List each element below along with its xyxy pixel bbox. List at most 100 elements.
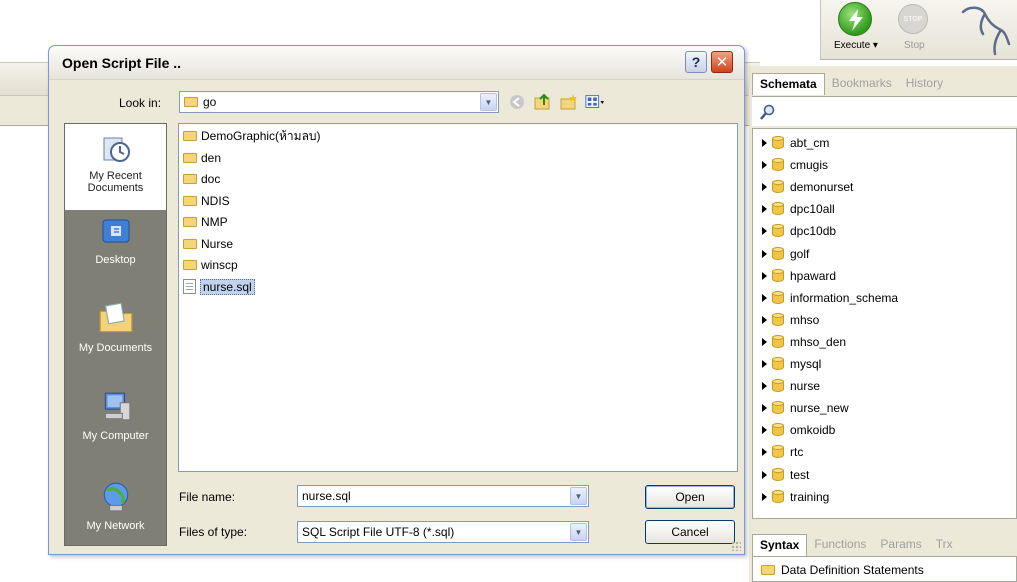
look-in-select[interactable]: go ▼ [179, 91, 499, 113]
nav-toolbar [507, 92, 605, 112]
view-menu-icon[interactable] [585, 92, 605, 112]
place-my-computer[interactable]: My Computer [65, 390, 166, 442]
schema-item[interactable]: hpaward [753, 265, 836, 287]
folder-item[interactable]: NMP [183, 213, 228, 231]
schema-item[interactable]: nurse_new [753, 397, 849, 419]
tab-params[interactable]: Params [873, 534, 928, 556]
schema-item[interactable]: test [753, 464, 809, 486]
execute-button[interactable]: Execute ▾ [834, 40, 878, 51]
expand-arrow-icon[interactable] [762, 183, 767, 192]
expand-arrow-icon[interactable] [762, 426, 767, 435]
folder-item[interactable]: NDIS [183, 192, 230, 210]
folder-item[interactable]: den [183, 149, 221, 167]
schema-name: rtc [790, 445, 804, 460]
file-name-input[interactable]: nurse.sql ▼ [297, 485, 589, 507]
expand-arrow-icon[interactable] [762, 293, 767, 302]
expand-arrow-icon[interactable] [762, 249, 767, 258]
expand-arrow-icon[interactable] [762, 161, 767, 170]
file-name-value: nurse.sql [302, 489, 351, 503]
expand-arrow-icon[interactable] [762, 404, 767, 413]
schema-item[interactable]: demonurset [753, 176, 853, 198]
schema-name: mysql [790, 357, 822, 371]
schema-name: dpc10all [790, 202, 835, 217]
new-folder-icon[interactable] [559, 92, 579, 112]
chevron-down-icon[interactable]: ▼ [570, 487, 587, 505]
look-in-label: Look in: [119, 96, 162, 110]
folder-item[interactable]: winscp [183, 256, 238, 274]
schema-item[interactable]: omkoidb [753, 419, 835, 441]
folder-icon [183, 217, 197, 227]
expand-arrow-icon[interactable] [762, 360, 767, 368]
schema-item[interactable]: information_schema [753, 287, 898, 309]
expand-arrow-icon[interactable] [762, 139, 767, 147]
folder-icon [183, 174, 197, 184]
syntax-item[interactable]: Data Definition Statements [761, 563, 924, 577]
schema-name: dpc10db [790, 224, 837, 239]
file-name: NMP [201, 215, 228, 229]
place-recent-documents[interactable]: My Recent Documents [65, 124, 166, 210]
search-icon[interactable] [760, 104, 776, 120]
schemata-tabs: Schemata Bookmarks History [752, 73, 950, 95]
schema-item[interactable]: dpc10db [753, 220, 836, 242]
tab-history[interactable]: History [899, 73, 950, 95]
expand-arrow-icon[interactable] [762, 227, 767, 236]
expand-arrow-icon[interactable] [762, 337, 767, 346]
schema-item[interactable]: cmugis [753, 154, 828, 176]
tab-schemata[interactable]: Schemata [752, 73, 825, 95]
schema-item[interactable]: mhso_den [753, 331, 846, 353]
open-button[interactable]: Open [645, 485, 735, 509]
database-icon [772, 467, 784, 482]
syntax-tabs: Syntax Functions Params Trx [752, 534, 960, 556]
tab-trx[interactable]: Trx [929, 534, 960, 556]
expand-arrow-icon[interactable] [762, 205, 767, 214]
folder-item[interactable]: Nurse [183, 235, 233, 253]
place-my-network[interactable]: My Network [65, 480, 166, 532]
schema-name: abt_cm [790, 136, 830, 150]
folder-item[interactable]: DemoGraphic(ห้ามลบ) [183, 127, 321, 145]
place-my-documents[interactable]: My Documents [65, 300, 166, 354]
close-button[interactable]: ✕ [711, 51, 733, 73]
expand-arrow-icon[interactable] [762, 448, 767, 457]
file-item[interactable]: nurse.sql [183, 278, 255, 296]
help-button[interactable]: ? [685, 51, 707, 73]
place-desktop[interactable]: Desktop [65, 216, 166, 266]
folder-icon [183, 152, 197, 163]
place-label: My Computer [82, 430, 149, 442]
expand-arrow-icon[interactable] [762, 271, 767, 280]
schema-item[interactable]: mysql [753, 353, 821, 375]
chevron-down-icon[interactable]: ▼ [570, 523, 587, 541]
file-type-select[interactable]: SQL Script File UTF-8 (*.sql) ▼ [297, 521, 589, 543]
schema-item[interactable]: training [753, 486, 829, 508]
cancel-button[interactable]: Cancel [645, 520, 735, 544]
stop-icon[interactable]: STOP [898, 4, 928, 34]
schema-item[interactable]: nurse [753, 375, 820, 397]
stop-button[interactable]: Stop [904, 40, 925, 51]
expand-arrow-icon[interactable] [762, 492, 767, 501]
folder-item[interactable]: doc [183, 170, 220, 188]
schema-item[interactable]: dpc10all [753, 198, 835, 220]
database-icon [772, 489, 784, 504]
expand-arrow-icon[interactable] [762, 315, 767, 324]
tab-functions[interactable]: Functions [807, 534, 873, 556]
schema-item[interactable]: mhso [753, 309, 819, 331]
back-icon[interactable] [507, 92, 527, 112]
tab-bookmarks[interactable]: Bookmarks [825, 73, 899, 95]
schema-item[interactable]: golf [753, 243, 809, 265]
schema-search-bar[interactable] [752, 96, 1017, 126]
my-documents-icon [99, 302, 132, 333]
file-type-label: Files of type: [179, 525, 248, 539]
chevron-down-icon[interactable]: ▼ [480, 93, 497, 111]
expand-arrow-icon[interactable] [762, 470, 767, 479]
schema-item[interactable]: rtc [753, 441, 803, 463]
resize-grip[interactable] [731, 541, 741, 551]
tab-syntax[interactable]: Syntax [752, 534, 808, 556]
dialog-titlebar[interactable]: Open Script File .. ? ✕ [49, 46, 744, 80]
my-computer-icon [104, 392, 130, 421]
up-folder-icon[interactable] [533, 92, 553, 112]
syntax-item-label: Data Definition Statements [781, 563, 924, 577]
schema-item[interactable]: abt_cm [753, 132, 829, 154]
file-name: DemoGraphic(ห้ามลบ) [201, 128, 321, 143]
look-in-value: go [203, 95, 217, 109]
execute-icon[interactable] [838, 2, 872, 36]
expand-arrow-icon[interactable] [762, 382, 767, 391]
